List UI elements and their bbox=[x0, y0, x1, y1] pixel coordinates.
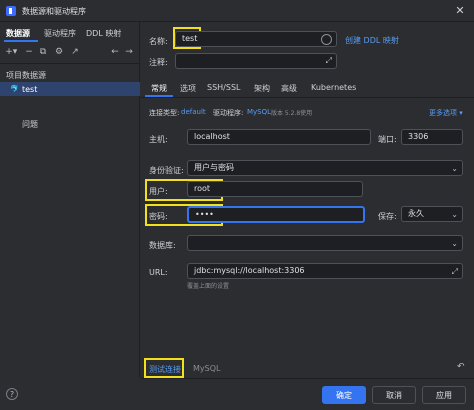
window-title: 数据源和驱动程序 bbox=[22, 7, 86, 16]
duplicate-icon[interactable]: ⧉ bbox=[38, 46, 48, 58]
left-pane: 数据源 驱动程序 DDL 映射 + ▾ − ⧉ ⚙ ↗ ← → 项目数据源 🐬 … bbox=[0, 22, 140, 378]
help-icon[interactable]: ? bbox=[6, 388, 18, 400]
chevron-down-icon: ⌄ bbox=[451, 210, 458, 219]
tab-options[interactable]: 选项 bbox=[180, 83, 196, 94]
test-connection-link[interactable]: 测试连接 bbox=[149, 364, 181, 375]
driver-version: 版本 5.2.8使用 bbox=[271, 110, 313, 117]
tab-ssh-ssl[interactable]: SSH/SSL bbox=[207, 83, 240, 92]
add-dropdown-icon[interactable]: ▾ bbox=[12, 46, 18, 58]
expand-icon[interactable]: ⤢ bbox=[326, 54, 332, 68]
port-input[interactable]: 3306 bbox=[401, 129, 463, 145]
test-connection-bar: 测试连接 MySQL ↶ bbox=[141, 357, 474, 378]
title-bar: 数据源和驱动程序 ✕ bbox=[0, 0, 474, 22]
create-ddl-mapping-link[interactable]: 创建 DDL 映射 bbox=[345, 35, 399, 46]
test-connection-driver: MySQL bbox=[193, 364, 221, 373]
connection-type-label: 连接类型: bbox=[149, 109, 180, 117]
port-label: 端口: bbox=[378, 135, 397, 144]
comment-input[interactable]: ⤢ bbox=[175, 53, 337, 69]
apply-button[interactable]: 应用 bbox=[422, 386, 466, 404]
chevron-down-icon: ⌄ bbox=[451, 164, 458, 173]
password-label: 密码: bbox=[149, 212, 168, 221]
url-hint: 覆盖上面的设置 bbox=[187, 283, 230, 290]
more-options-link[interactable]: 更多选项 ▾ bbox=[429, 108, 463, 118]
save-label: 保存: bbox=[378, 212, 397, 221]
database-input[interactable]: ⌄ bbox=[187, 235, 463, 251]
comment-label: 注释: bbox=[149, 58, 168, 67]
dialog-buttons: ? 确定 取消 应用 bbox=[0, 379, 474, 410]
datasource-item-test[interactable]: 🐬 test bbox=[0, 82, 140, 96]
tab-advanced[interactable]: 高级 bbox=[281, 83, 297, 94]
auth-select[interactable]: 用户与密码 ⌄ bbox=[187, 160, 463, 176]
color-circle-icon[interactable] bbox=[321, 34, 332, 45]
save-value: 永久 bbox=[408, 209, 424, 218]
name-label: 名称: bbox=[149, 37, 168, 46]
datasource-name: test bbox=[22, 85, 38, 94]
driver-value[interactable]: MySQL bbox=[247, 108, 271, 116]
ok-button[interactable]: 确定 bbox=[322, 386, 366, 404]
host-label: 主机: bbox=[149, 135, 168, 144]
url-label: URL: bbox=[149, 268, 168, 277]
save-select[interactable]: 永久 ⌄ bbox=[401, 206, 463, 222]
tab-kubernetes[interactable]: Kubernetes bbox=[311, 83, 356, 92]
tab-general[interactable]: 常规 bbox=[151, 83, 167, 94]
section-project-datasources: 项目数据源 bbox=[6, 71, 46, 80]
mysql-dolphin-icon: 🐬 bbox=[10, 85, 19, 93]
database-label: 数据库: bbox=[149, 241, 176, 250]
problems-label[interactable]: 问题 bbox=[22, 119, 38, 130]
app-icon bbox=[6, 6, 16, 16]
url-value: jdbc:mysql://localhost:3306 bbox=[194, 266, 305, 275]
auth-value: 用户与密码 bbox=[194, 163, 234, 172]
remove-icon[interactable]: − bbox=[24, 46, 34, 58]
revert-icon[interactable]: ↶ bbox=[457, 362, 465, 372]
expand-icon[interactable]: ⤢ bbox=[452, 265, 458, 279]
datasource-form: 名称: test 创建 DDL 映射 注释: ⤢ 常规 选项 SSH/SSL 架… bbox=[141, 22, 474, 378]
forward-arrow-icon[interactable]: → bbox=[124, 46, 134, 58]
host-input[interactable]: localhost bbox=[187, 129, 371, 145]
cancel-button[interactable]: 取消 bbox=[372, 386, 416, 404]
user-label: 用户: bbox=[149, 187, 168, 196]
settings-icon[interactable]: ⚙ bbox=[54, 46, 64, 58]
connection-type-value[interactable]: default bbox=[181, 108, 206, 116]
url-input[interactable]: jdbc:mysql://localhost:3306 ⤢ bbox=[187, 263, 463, 279]
tab-schemas[interactable]: 架构 bbox=[254, 83, 270, 94]
user-input[interactable]: root bbox=[187, 181, 363, 197]
close-icon[interactable]: ✕ bbox=[452, 3, 468, 19]
password-input[interactable]: •••• bbox=[187, 206, 365, 223]
divider bbox=[141, 97, 474, 98]
divider bbox=[0, 63, 140, 64]
driver-label: 驱动程序: bbox=[213, 109, 244, 117]
auth-label: 身份验证: bbox=[149, 166, 184, 175]
export-icon[interactable]: ↗ bbox=[70, 46, 80, 58]
active-tab-indicator bbox=[4, 40, 38, 42]
name-input[interactable]: test bbox=[175, 31, 337, 47]
tab-datasources[interactable]: 数据源 bbox=[6, 28, 30, 39]
tab-ddl-mappings[interactable]: DDL 映射 bbox=[86, 28, 121, 39]
chevron-down-icon: ⌄ bbox=[451, 239, 458, 248]
tab-drivers[interactable]: 驱动程序 bbox=[44, 28, 76, 39]
name-value: test bbox=[182, 34, 198, 43]
back-arrow-icon[interactable]: ← bbox=[110, 46, 120, 58]
